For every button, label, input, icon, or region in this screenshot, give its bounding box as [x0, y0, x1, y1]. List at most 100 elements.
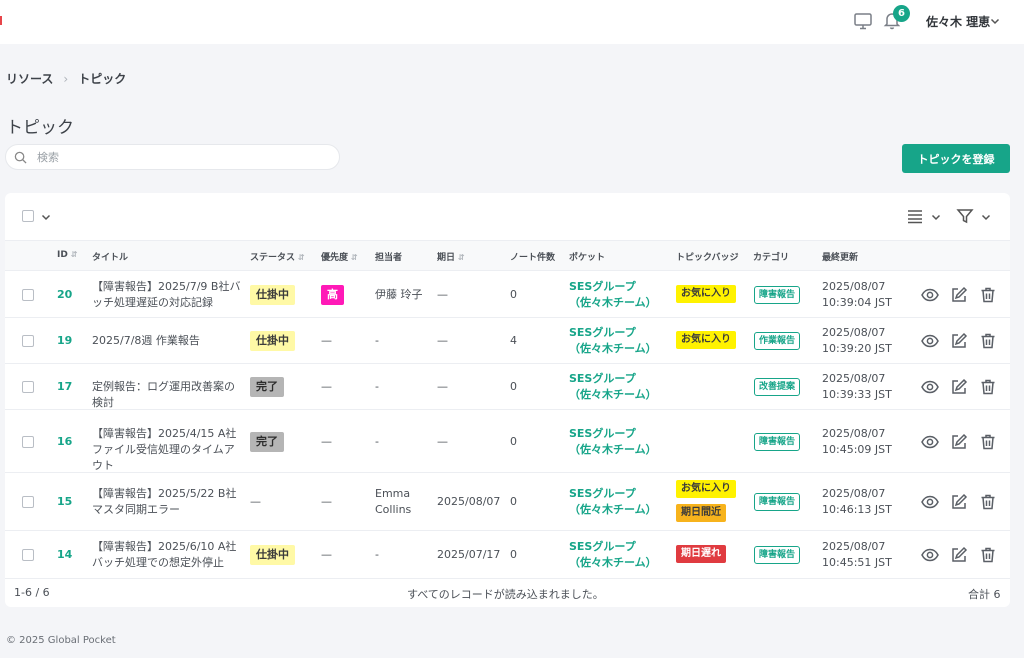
breadcrumb-item-resource[interactable]: リソース [6, 72, 53, 86]
table-header: ID ⇵ タイトル ステータス ⇵ 優先度 ⇵ 担当者 期日 ⇵ ノート件数 ポケット … [5, 241, 1010, 271]
col-id-label: ID [57, 250, 68, 260]
sort-icon: ⇵ [70, 250, 78, 259]
filter-icon[interactable] [956, 207, 974, 225]
table-row[interactable]: 15 【障害報告】2025/5/22 B社マスタ同期エラー — — Emma Colli… [5, 473, 1010, 531]
row-notes: 0 [510, 380, 517, 393]
table-row[interactable]: 14 【障害報告】2025/6/10 A社バッチ処理での想定外停止 仕掛中 — - 202… [5, 531, 1010, 579]
row-id[interactable]: 16 [57, 434, 72, 450]
col-priority[interactable]: 優先度 ⇵ [321, 250, 358, 263]
record-range: 1-6 / 6 [14, 586, 50, 599]
col-status[interactable]: ステータス ⇵ [250, 250, 305, 263]
row-status: — [250, 495, 261, 508]
search-box[interactable] [5, 144, 340, 170]
row-title[interactable]: 定例報告：ログ運用改善案の検討 [92, 379, 242, 411]
row-title[interactable]: 2025/7/8週 作業報告 [92, 333, 242, 349]
row-title[interactable]: 【障害報告】2025/6/10 A社バッチ処理での想定外停止 [92, 539, 242, 571]
row-checkbox[interactable] [22, 335, 34, 347]
row-category-tag: 改善提案 [754, 378, 801, 396]
eye-icon[interactable] [921, 378, 939, 396]
row-checkbox[interactable] [22, 381, 34, 393]
row-status-badge: 完了 [250, 432, 284, 452]
row-pocket[interactable]: SESグループ（佐々木チーム） [569, 426, 665, 458]
row-pocket[interactable]: SESグループ（佐々木チーム） [569, 539, 665, 571]
chevron-down-icon[interactable] [981, 212, 991, 222]
table-row[interactable]: 16 【障害報告】2025/4/15 A社ファイル受信処理のタイムアウト 完了 — - —… [5, 410, 1010, 473]
row-updated-time: 10:46:13 JST [822, 503, 892, 516]
col-id[interactable]: ID ⇵ [57, 250, 78, 260]
trash-icon[interactable] [979, 433, 997, 451]
edit-icon[interactable] [950, 546, 968, 564]
edit-icon[interactable] [950, 493, 968, 511]
row-title[interactable]: 【障害報告】2025/5/22 B社マスタ同期エラー [92, 486, 242, 518]
trash-icon[interactable] [979, 493, 997, 511]
col-pocket: ポケット [569, 253, 606, 263]
edit-icon[interactable] [950, 433, 968, 451]
breadcrumb-item-topic[interactable]: トピック [78, 72, 126, 86]
select-all-checkbox[interactable] [22, 210, 34, 222]
sort-icon: ⇵ [351, 253, 358, 262]
row-id[interactable]: 15 [57, 494, 72, 510]
row-pocket[interactable]: SESグループ（佐々木チーム） [569, 279, 665, 311]
search-input[interactable] [37, 149, 327, 166]
chevron-down-icon[interactable] [990, 16, 1000, 26]
row-assignee: - [375, 548, 379, 561]
trash-icon[interactable] [979, 286, 997, 304]
row-status-badge: 完了 [250, 377, 284, 397]
row-id[interactable]: 20 [57, 287, 72, 303]
row-title[interactable]: 【障害報告】2025/4/15 A社ファイル受信処理のタイムアウト [92, 426, 242, 474]
row-updated-time: 10:39:04 JST [822, 296, 892, 309]
row-assignee: - [375, 435, 379, 448]
eye-icon[interactable] [921, 433, 939, 451]
row-notes: 4 [510, 334, 517, 347]
row-id[interactable]: 17 [57, 379, 72, 395]
chevron-down-icon[interactable] [41, 212, 51, 222]
row-checkbox[interactable] [22, 549, 34, 561]
row-checkbox[interactable] [22, 436, 34, 448]
row-updated-date: 2025/08/07 [822, 326, 886, 339]
row-pocket[interactable]: SESグループ（佐々木チーム） [569, 325, 665, 357]
row-checkbox[interactable] [22, 496, 34, 508]
user-name[interactable]: 佐々木 理恵 [926, 13, 990, 30]
row-topic-badge: 期日間近 [676, 504, 726, 522]
row-updated-date: 2025/08/07 [822, 487, 886, 500]
edit-icon[interactable] [950, 286, 968, 304]
row-category-tag: 作業報告 [754, 332, 801, 350]
monitor-icon[interactable] [853, 11, 873, 31]
row-checkbox[interactable] [22, 289, 34, 301]
eye-icon[interactable] [921, 546, 939, 564]
trash-icon[interactable] [979, 332, 997, 350]
trash-icon[interactable] [979, 546, 997, 564]
edit-icon[interactable] [950, 332, 968, 350]
row-pocket[interactable]: SESグループ（佐々木チーム） [569, 486, 665, 518]
row-status-badge: 仕掛中 [250, 285, 295, 305]
row-status-badge: 仕掛中 [250, 545, 295, 565]
eye-icon[interactable] [921, 493, 939, 511]
row-pocket[interactable]: SESグループ（佐々木チーム） [569, 371, 665, 403]
row-updated-date: 2025/08/07 [822, 540, 886, 553]
col-title: タイトル [92, 253, 129, 263]
top-bar: 6 佐々木 理恵 [0, 0, 1024, 44]
row-priority: — [321, 334, 332, 347]
trash-icon[interactable] [979, 378, 997, 396]
eye-icon[interactable] [921, 332, 939, 350]
row-id[interactable]: 19 [57, 333, 72, 349]
table-row[interactable]: 20 【障害報告】2025/7/9 B社バッチ処理遅延の対応記録 仕掛中 高 伊藤 玲子… [5, 271, 1010, 318]
table-row[interactable]: 17 定例報告：ログ運用改善案の検討 完了 — - — 0 SESグループ（佐々木チーム） 改善… [5, 364, 1010, 410]
row-status-badge: 仕掛中 [250, 331, 295, 351]
row-id[interactable]: 14 [57, 547, 72, 563]
edit-icon[interactable] [950, 378, 968, 396]
col-status-label: ステータス [250, 253, 296, 263]
create-topic-button[interactable]: トピックを登録 [902, 144, 1010, 173]
row-assignee: 伊藤 玲子 [375, 288, 423, 301]
row-title[interactable]: 【障害報告】2025/7/9 B社バッチ処理遅延の対応記録 [92, 279, 242, 311]
row-priority: — [321, 435, 332, 448]
row-topic-badge: お気に入り [676, 480, 736, 498]
eye-icon[interactable] [921, 286, 939, 304]
col-due[interactable]: 期日 ⇵ [437, 250, 465, 263]
chevron-down-icon[interactable] [931, 212, 941, 222]
col-priority-label: 優先度 [321, 253, 349, 263]
table-row[interactable]: 19 2025/7/8週 作業報告 仕掛中 — - — 4 SESグループ（佐々木チーム） お気… [5, 318, 1010, 364]
row-updated-date: 2025/08/07 [822, 427, 886, 440]
copyright: © 2025 Global Pocket [6, 635, 116, 646]
list-density-icon[interactable] [906, 207, 924, 225]
